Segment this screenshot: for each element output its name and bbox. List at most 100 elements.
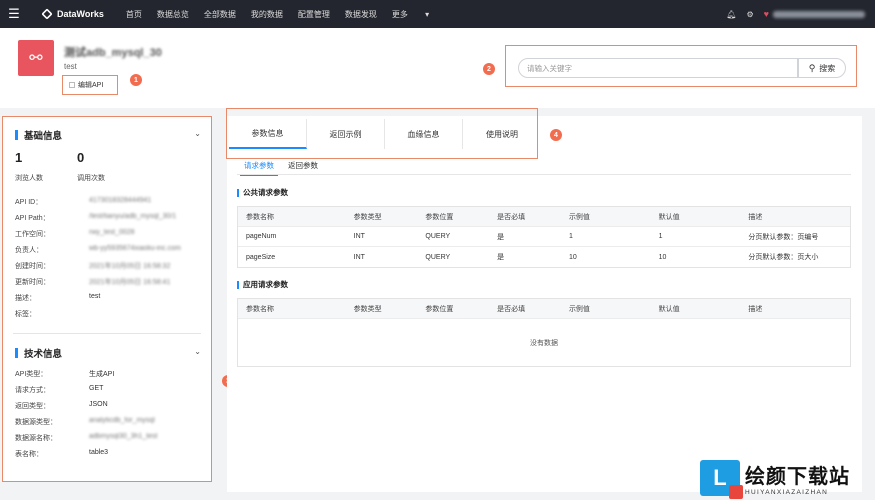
nav-overview[interactable]: 数据总览 (157, 9, 189, 20)
table-cell: INT (353, 253, 365, 261)
col-header: 示例值 (568, 213, 590, 221)
edit-api-label: 编辑API (78, 82, 104, 89)
field-value-workspace: rwy_test_0028 (89, 229, 135, 236)
annotation-badge-2: 2 (483, 63, 495, 75)
app-name: DataWorks (57, 9, 104, 19)
field-value-return-type: JSON (89, 401, 108, 408)
table-cell: 1 (568, 233, 573, 240)
wrench-icon[interactable]: ⚙︎ (746, 10, 753, 19)
col-header: 默认值 (658, 305, 680, 313)
nav-more-label: 更多 (391, 9, 408, 19)
table-cell: 分页默认参数：页编号 (748, 233, 819, 241)
edit-api-button[interactable]: 编辑API (62, 75, 118, 95)
views-count: 1 (15, 150, 23, 165)
chevron-down-icon: ▾ (425, 9, 430, 19)
field-value-method: GET (89, 385, 104, 392)
table-row: pageNum INT QUERY 是 1 1 分页默认参数：页编号 (238, 227, 850, 247)
app-params-table: 参数名称 参数类型 参数位置 是否必填 示例值 默认值 描述 没有数据 (237, 298, 851, 367)
bell-icon[interactable]: 🔔︎ (726, 10, 736, 19)
field-key: API类型： (15, 371, 48, 378)
nav-my-data[interactable]: 我的数据 (251, 9, 283, 20)
section-divider (13, 333, 201, 334)
table-cell: 10 (658, 253, 667, 261)
field-value-api-id: 4173018328444941 (89, 197, 152, 204)
user-account[interactable]: ♥ (764, 9, 865, 19)
calls-label: 调用次数 (77, 175, 105, 182)
user-name-blurred (773, 10, 865, 18)
field-key: 标签： (15, 311, 36, 318)
search-icon: ⚲ (808, 62, 816, 73)
annotation-badge-1: 1 (130, 74, 142, 86)
field-key: 请求方式： (15, 387, 50, 394)
table-cell: 10 (568, 253, 577, 261)
api-description: test (64, 62, 77, 71)
nav-more[interactable]: 更多 ▾ (392, 9, 444, 20)
table-cell: INT (353, 233, 365, 240)
top-right-tools: 🔔︎ ⚙︎ ♥ (726, 0, 865, 28)
search-area: 请输入关键字 ⚲ 搜索 (505, 45, 857, 87)
nav-discovery[interactable]: 数据发现 (345, 9, 377, 20)
field-key: 更新时间： (15, 279, 50, 286)
hamburger-menu-icon[interactable]: ☰ (0, 0, 28, 28)
nav-config[interactable]: 配置管理 (298, 9, 330, 20)
calls-count: 0 (77, 150, 85, 165)
table-cell: pageNum (246, 233, 277, 240)
field-key: 工作空间： (15, 231, 50, 238)
public-params-title: 公共请求参数 (237, 187, 288, 198)
field-value-ds-type: analyticdb_for_mysql (89, 417, 155, 424)
nav-all-data[interactable]: 全部数据 (204, 9, 236, 20)
col-header: 默认值 (658, 213, 680, 221)
field-key: API ID： (15, 199, 43, 206)
field-key: 表名称： (15, 451, 43, 458)
field-key: 数据源类型： (15, 419, 57, 426)
empty-state: 没有数据 (530, 339, 558, 347)
public-params-table: 参数名称 参数类型 参数位置 是否必填 示例值 默认值 描述 pageNum I… (237, 206, 851, 268)
app-params-title-text: 应用请求参数 (243, 280, 288, 289)
basic-info-collapse-icon[interactable]: ⌄ (194, 129, 201, 138)
edit-icon (69, 82, 75, 88)
col-header: 参数位置 (425, 305, 454, 313)
col-header: 参数位置 (425, 213, 454, 221)
app-logo[interactable]: DataWorks (41, 8, 104, 20)
subtab-return-params[interactable]: 返回参数 (288, 160, 318, 171)
field-key: 创建时间： (15, 263, 50, 270)
nav-home[interactable]: 首页 (126, 9, 142, 20)
field-key: 负责人： (15, 247, 43, 254)
field-key: 数据源名称： (15, 435, 57, 442)
col-header: 是否必填 (497, 213, 526, 221)
col-header: 参数名称 (246, 305, 274, 313)
tab-bar: 参数信息 返回示例 血缘信息 使用说明 (226, 108, 538, 159)
tab-return-example[interactable]: 返回示例 (307, 119, 385, 149)
tab-usage[interactable]: 使用说明 (463, 119, 541, 149)
table-cell: 分页默认参数：页大小 (748, 254, 819, 261)
col-header: 参数类型 (353, 305, 382, 313)
tech-info-title-text: 技术信息 (24, 349, 63, 360)
tab-lineage[interactable]: 血缘信息 (385, 119, 463, 149)
subtab-underline (237, 174, 851, 175)
app-params-title: 应用请求参数 (237, 279, 288, 290)
field-value-created: 2021年10月05日 16:58:32 (89, 263, 171, 270)
site-watermark: L 绘颜下载站 HUIYANXIAZAIZHAN (700, 458, 870, 499)
col-header: 描述 (748, 305, 763, 313)
col-header: 参数名称 (246, 213, 274, 221)
annotation-badge-4: 4 (550, 129, 562, 141)
tech-info-collapse-icon[interactable]: ⌄ (194, 347, 201, 356)
watermark-title: 绘颜下载站 (745, 466, 850, 488)
tab-params[interactable]: 参数信息 (229, 119, 307, 149)
basic-info-title-text: 基础信息 (24, 131, 63, 142)
search-input[interactable]: 请输入关键字 (518, 58, 798, 78)
tech-info-title: 技术信息 (15, 346, 62, 360)
top-nav-bar: ☰ DataWorks 首页 数据总览 全部数据 我的数据 配置管理 数据发现 … (0, 0, 875, 28)
col-header: 参数类型 (353, 213, 382, 221)
search-button[interactable]: ⚲ 搜索 (798, 58, 846, 78)
basic-info-title: 基础信息 (15, 128, 62, 142)
field-key: 描述： (15, 295, 36, 302)
col-header: 描述 (748, 213, 763, 221)
public-params-title-text: 公共请求参数 (243, 188, 288, 197)
col-header: 示例值 (568, 305, 590, 313)
col-header: 是否必填 (497, 305, 526, 313)
field-value-api-type: 生成API (89, 371, 115, 378)
table-row: pageSize INT QUERY 是 10 10 分页默认参数：页大小 (238, 247, 850, 267)
field-value-updated: 2021年10月05日 16:58:41 (89, 279, 171, 286)
field-value-table: table3 (89, 449, 109, 456)
